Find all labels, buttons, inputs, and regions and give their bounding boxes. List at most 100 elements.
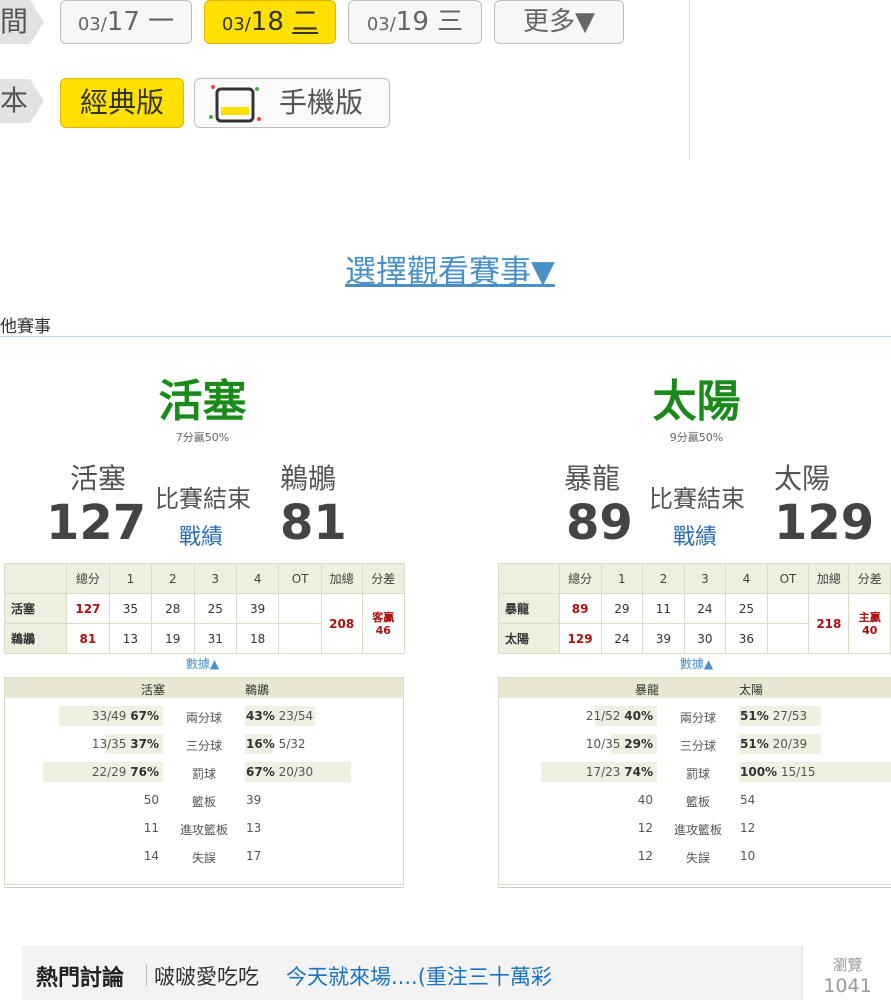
row-q2: 39 xyxy=(642,623,685,654)
home-stat: 10 xyxy=(740,849,756,863)
row-ot xyxy=(766,623,810,654)
view-count-value: 1041 xyxy=(823,975,872,997)
away-stat-value: 13/35 xyxy=(91,737,127,751)
home-stat-pct: 51% xyxy=(740,709,769,723)
date-button-0317[interactable]: 03/17 一 xyxy=(60,0,192,44)
date-day: 18 xyxy=(250,7,284,37)
stat-label: 籃板 xyxy=(191,795,216,809)
away-stat: 10/35 29% xyxy=(586,737,653,751)
stat-row: 14 失誤 17 xyxy=(5,846,403,866)
mobile-version-button[interactable]: 手機版 xyxy=(194,78,390,128)
row-ot xyxy=(278,623,322,654)
select-game-link[interactable]: 選擇觀看賽事▼ xyxy=(345,246,555,291)
home-stat: 43% 23/54 xyxy=(246,709,313,723)
game-card-2: 太陽 9分贏50% 暴龍 89 比賽結束 戰績 太陽 129 總分 1 2 3 … xyxy=(494,337,891,897)
card-bottom-line xyxy=(498,887,891,888)
row-q2: 28 xyxy=(151,593,195,624)
score-sum: 218 xyxy=(808,593,850,654)
header-q2: 2 xyxy=(151,563,195,594)
away-score: 127 xyxy=(46,495,147,551)
header-q2: 2 xyxy=(642,563,685,594)
date-button-0318[interactable]: 03/18 二 xyxy=(204,0,336,44)
home-stat-pct: 16% xyxy=(246,737,275,751)
diff-value: 46 xyxy=(375,623,391,637)
winner-name: 活塞 xyxy=(158,376,247,427)
home-stat-value: 20/30 xyxy=(278,765,314,779)
home-stat: 12 xyxy=(740,821,756,835)
discussion-author[interactable]: 啵啵愛吃吃 xyxy=(154,961,259,991)
away-stat: 40 xyxy=(637,793,653,807)
home-stat-value: 23/54 xyxy=(278,709,314,723)
stat-label: 進攻籃板 xyxy=(179,823,228,837)
row-team: 暴龍 xyxy=(498,593,560,624)
quarter-score-table: 總分 1 2 3 4 OT 加總 分差 暴龍 89 29 11 24 25 21… xyxy=(498,563,891,654)
hot-discussion-title: 熱門討論 xyxy=(36,966,125,991)
home-team-name: 太陽 xyxy=(774,462,831,495)
stat-label: 籃板 xyxy=(685,795,710,809)
more-dates-label: 更多▼ xyxy=(523,7,595,37)
game-status: 比賽結束 xyxy=(649,485,745,513)
header-ot: OT xyxy=(278,563,322,594)
date-month: 03/ xyxy=(77,14,107,35)
diff-value: 40 xyxy=(862,623,878,637)
classic-version-button[interactable]: 經典版 xyxy=(60,78,184,128)
stats-header: 活塞 鵜鶘 xyxy=(5,678,403,698)
row-ot xyxy=(766,593,810,624)
date-section-label-text: 間 xyxy=(0,5,29,38)
away-team-name: 活塞 xyxy=(70,462,127,495)
data-toggle-link[interactable]: 數據▲ xyxy=(0,655,405,672)
record-link[interactable]: 戰績 xyxy=(673,519,717,551)
stat-row: 17/23 74% 罰球 100% 15/15 xyxy=(499,762,891,782)
away-stat-pct: 37% xyxy=(130,737,159,751)
date-weekday: 三 xyxy=(437,7,464,37)
away-stat: 17/23 74% xyxy=(586,765,653,779)
record-link[interactable]: 戰績 xyxy=(179,519,223,551)
home-stat: 100% 15/15 xyxy=(740,765,816,779)
stats-away-name: 活塞 xyxy=(141,683,166,697)
row-q1: 13 xyxy=(108,623,153,654)
home-stat-value: 27/53 xyxy=(772,709,808,723)
data-toggle-link[interactable]: 數據▲ xyxy=(494,655,891,672)
header-blank xyxy=(498,563,560,594)
hot-discussion-bar: 熱門討論 啵啵愛吃吃 今天就來場....(重注三十萬彩 瀏覽 1041 xyxy=(22,946,891,1000)
stat-row: 10/35 29% 三分球 51% 20/39 xyxy=(499,734,891,754)
stat-label: 罰球 xyxy=(191,767,216,781)
version-section-label-text: 本 xyxy=(0,84,29,117)
away-stat: 21/52 40% xyxy=(586,709,653,723)
row-q2: 11 xyxy=(642,593,685,624)
header-q1: 1 xyxy=(600,563,644,594)
header-q3: 3 xyxy=(683,563,727,594)
home-stat: 13 xyxy=(246,821,262,835)
discussion-topic-link[interactable]: 今天就來場....(重注三十萬彩 xyxy=(286,961,552,991)
away-stat-pct: 29% xyxy=(624,737,653,751)
row-total: 81 xyxy=(66,623,110,654)
away-team-name: 暴龍 xyxy=(564,462,621,495)
view-count: 瀏覽 1041 xyxy=(802,946,891,1000)
away-stat: 14 xyxy=(143,849,159,863)
other-games-label: 他賽事 xyxy=(0,317,51,337)
away-stat: 50 xyxy=(143,793,159,807)
away-score: 89 xyxy=(566,495,633,551)
row-q4: 18 xyxy=(235,623,280,654)
date-weekday: 一 xyxy=(148,7,175,37)
away-stat-value: 22/29 xyxy=(91,765,127,779)
diff-label: 主贏 xyxy=(858,610,881,624)
stat-label: 兩分球 xyxy=(185,711,222,725)
date-button-0319[interactable]: 03/19 三 xyxy=(348,0,482,44)
row-team: 鵜鶘 xyxy=(3,623,68,654)
header-q4: 4 xyxy=(725,563,768,594)
header-sum: 加總 xyxy=(808,563,850,594)
version-section-label: 本 xyxy=(0,79,44,123)
score-diff: 主贏 40 xyxy=(848,593,891,654)
row-total: 129 xyxy=(558,623,602,654)
date-day: 17 xyxy=(106,7,140,37)
row-q4: 25 xyxy=(725,593,768,624)
table-header-row: 總分 1 2 3 4 OT 加總 分差 xyxy=(3,563,405,594)
away-stat-value: 10/35 xyxy=(585,737,621,751)
more-dates-button[interactable]: 更多▼ xyxy=(494,0,624,44)
away-stat: 12 xyxy=(637,849,653,863)
stats-away-name: 暴龍 xyxy=(635,683,660,697)
table-header-row: 總分 1 2 3 4 OT 加總 分差 xyxy=(498,563,891,594)
stat-label: 三分球 xyxy=(679,739,716,753)
away-stat: 12 xyxy=(637,821,653,835)
